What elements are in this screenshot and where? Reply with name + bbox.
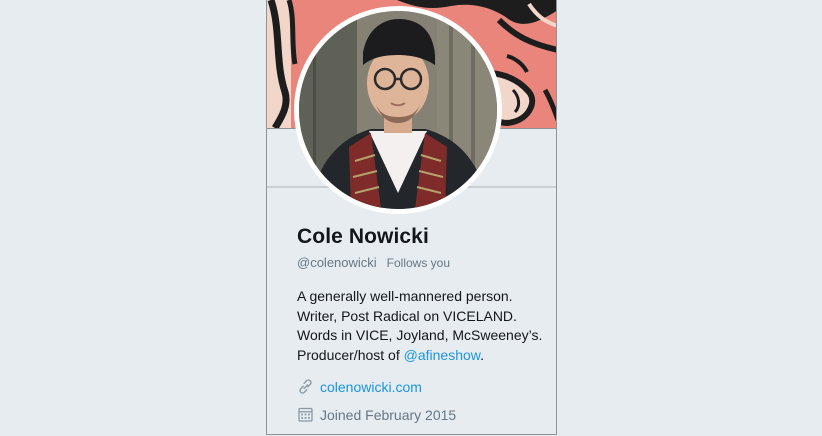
joined-row: Joined February 2015 xyxy=(297,406,456,423)
bio-line-1: A generally well-mannered person. xyxy=(297,288,513,304)
bio-line-4-suffix: . xyxy=(480,346,484,363)
website-link[interactable]: colenowicki.com xyxy=(320,379,422,395)
link-icon xyxy=(297,378,314,395)
profile-card: Cole Nowicki @colenowicki Follows you A … xyxy=(266,0,557,435)
profile-name[interactable]: Cole Nowicki xyxy=(297,225,429,249)
bio-line-2: Writer, Post Radical on VICELAND. xyxy=(297,307,517,324)
profile-bio: A generally well-mannered person. Writer… xyxy=(297,287,547,365)
bio-line-4-prefix: Producer/host of xyxy=(297,346,404,363)
calendar-icon xyxy=(297,406,314,423)
avatar-photo xyxy=(299,11,497,209)
handle-row: @colenowicki Follows you xyxy=(297,255,450,270)
follows-you-badge: Follows you xyxy=(386,256,451,270)
mention-link[interactable]: @afineshow xyxy=(404,347,480,363)
joined-date: Joined February 2015 xyxy=(320,406,457,423)
website-row: colenowicki.com xyxy=(297,378,422,395)
bio-line-3: Words in VICE, Joyland, McSweeney’s. xyxy=(297,327,543,343)
avatar[interactable] xyxy=(294,6,502,214)
profile-handle[interactable]: @colenowicki xyxy=(297,255,377,270)
